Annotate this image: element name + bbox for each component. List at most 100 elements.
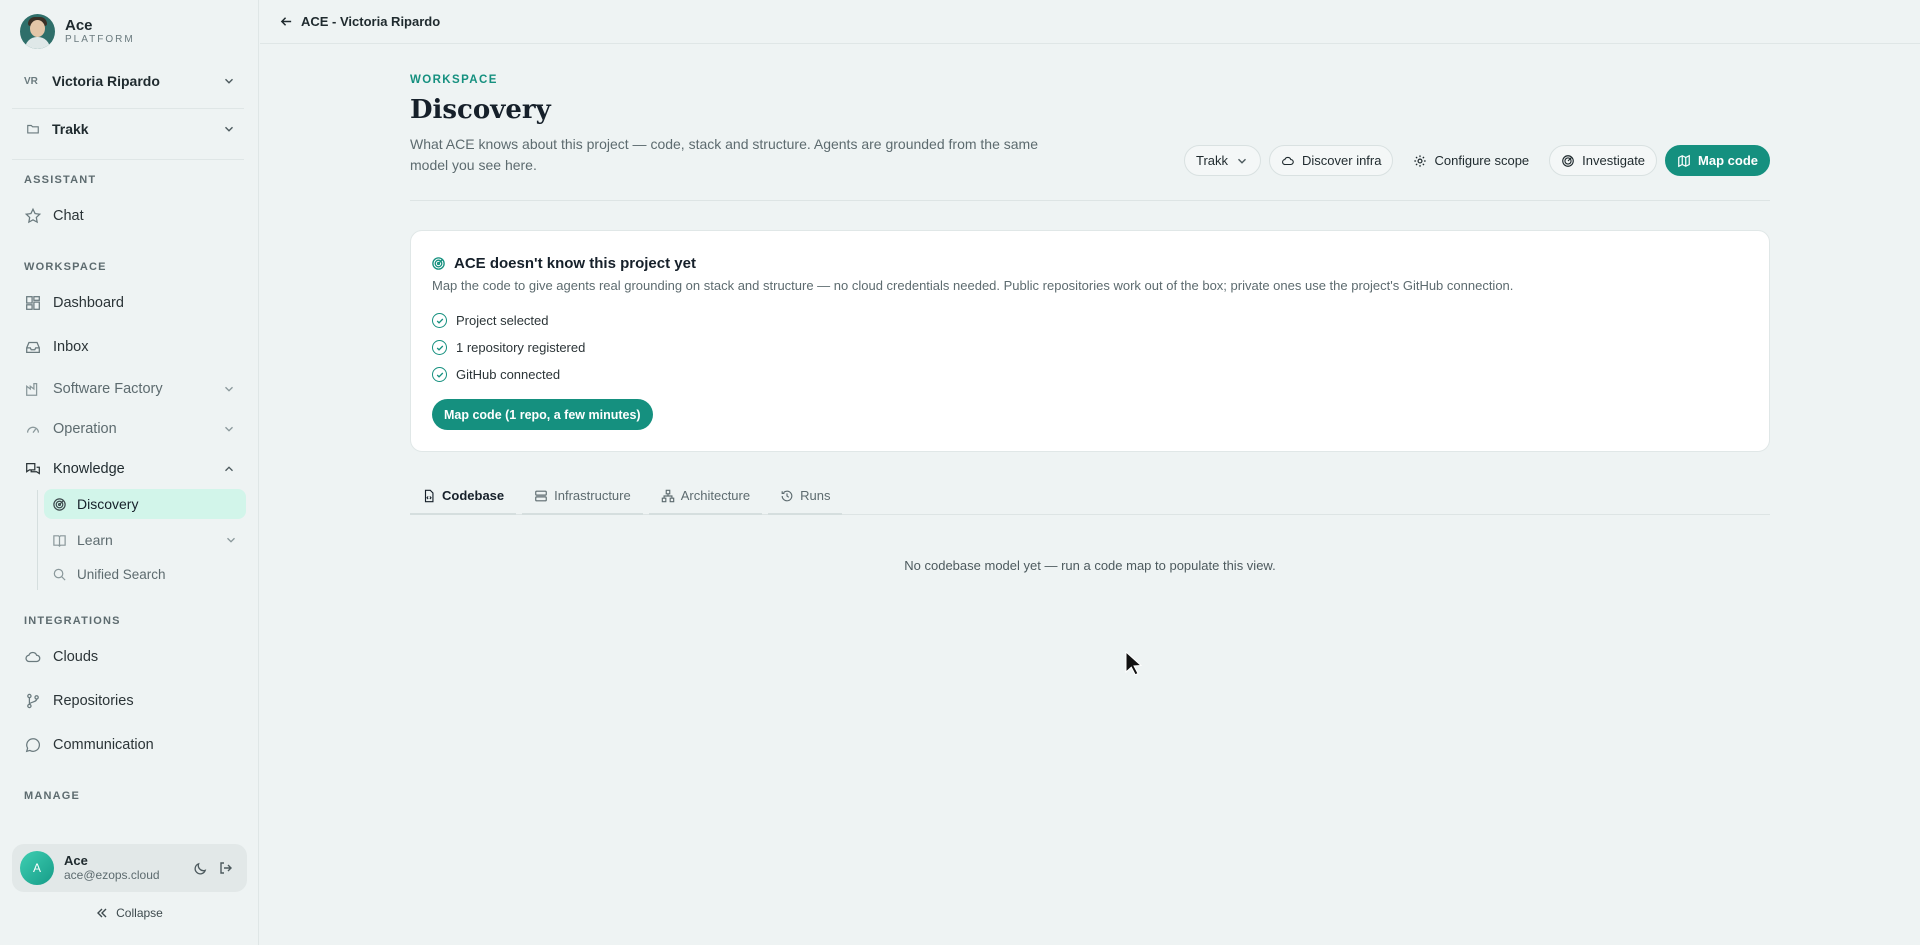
discovery-tabs: Codebase Infrastructure Architecture Run… — [410, 478, 1770, 515]
sidebar-item-repositories[interactable]: Repositories — [12, 684, 248, 718]
section-label-assistant: ASSISTANT — [24, 174, 97, 186]
arrow-left-icon — [280, 17, 292, 26]
chat-bubbles-icon — [26, 462, 40, 475]
submenu-guide-line — [37, 490, 38, 590]
card-title-text: ACE doesn't know this project yet — [454, 255, 696, 272]
section-label-manage: MANAGE — [24, 790, 81, 802]
user-email: ace@ezops.cloud — [64, 868, 160, 882]
avatar: A — [20, 851, 54, 885]
chevron-down-icon — [225, 386, 233, 392]
chevron-down-icon — [227, 537, 235, 543]
configure-scope-button[interactable]: Configure scope — [1401, 145, 1541, 176]
page-title: Discovery — [410, 95, 551, 125]
project-name: Trakk — [52, 121, 89, 137]
section-label-integrations: INTEGRATIONS — [24, 615, 121, 627]
tab-codebase[interactable]: Codebase — [410, 478, 517, 515]
map-icon — [1678, 154, 1690, 167]
sidebar-item-label: Chat — [53, 208, 84, 224]
sidebar-item-label: Communication — [53, 737, 154, 753]
card-title: ACE doesn't know this project yet — [431, 255, 696, 272]
network-icon — [661, 489, 674, 502]
page-actions: Trakk Discover infra Configure scope Inv… — [1183, 145, 1770, 176]
file-code-icon — [424, 489, 434, 502]
tab-label: Infrastructure — [554, 488, 631, 503]
project-select[interactable]: Trakk — [1183, 145, 1262, 176]
sidebar-item-communication[interactable]: Communication — [12, 728, 248, 762]
tab-architecture[interactable]: Architecture — [648, 478, 763, 515]
topbar: ACE - Victoria Ripardo — [260, 0, 1920, 44]
back-link-label: ACE - Victoria Ripardo — [301, 14, 441, 29]
brand[interactable]: Ace PLATFORM — [20, 14, 135, 49]
sidebar-item-inbox[interactable]: Inbox — [12, 330, 248, 364]
sidebar-item-software-factory[interactable]: Software Factory — [12, 372, 248, 406]
mouse-cursor-icon — [1125, 651, 1143, 675]
checklist-item: 1 repository registered — [432, 340, 585, 355]
book-icon — [53, 534, 66, 547]
user-card[interactable]: A Ace ace@ezops.cloud — [12, 844, 247, 892]
logout-button[interactable] — [213, 855, 239, 881]
sidebar-divider — [12, 108, 244, 109]
tab-infrastructure[interactable]: Infrastructure — [522, 478, 643, 515]
checklist-item: Project selected — [432, 313, 549, 328]
sidebar-item-label: Knowledge — [53, 461, 125, 477]
tab-label: Architecture — [680, 488, 751, 503]
theme-toggle-button[interactable] — [187, 855, 213, 881]
org-name: Victoria Ripardo — [52, 73, 160, 89]
moon-icon — [194, 862, 206, 874]
radar-icon — [53, 497, 66, 511]
check-circle-icon — [432, 340, 447, 355]
sidebar-item-operation[interactable]: Operation — [12, 412, 248, 446]
user-name: Ace — [64, 853, 88, 868]
sidebar-item-label: Clouds — [53, 649, 99, 665]
sidebar-item-clouds[interactable]: Clouds — [12, 640, 248, 674]
sidebar-item-label: Discovery — [77, 496, 139, 512]
map-code-cta-button[interactable]: Map code (1 repo, a few minutes) — [432, 399, 653, 430]
project-selector[interactable]: Trakk — [12, 113, 248, 145]
cloud-icon — [1282, 156, 1294, 165]
sidebar-item-learn[interactable]: Learn — [44, 525, 246, 555]
star-icon — [24, 207, 42, 224]
tab-runs[interactable]: Runs — [768, 478, 843, 515]
inbox-icon — [26, 341, 40, 354]
button-label: Configure scope — [1434, 153, 1530, 168]
org-selector[interactable]: VR Victoria Ripardo — [12, 65, 248, 97]
sidebar: Ace PLATFORM VR Victoria Ripardo Trakk A… — [0, 0, 259, 945]
map-code-button[interactable]: Map code — [1665, 145, 1770, 176]
chevron-down-icon — [1238, 158, 1247, 164]
collapse-sidebar-button[interactable]: Collapse — [0, 906, 259, 920]
button-label: Investigate — [1582, 153, 1646, 168]
folder-icon — [27, 124, 39, 134]
back-link[interactable]: ACE - Victoria Ripardo — [280, 14, 440, 29]
page-eyebrow: WORKSPACE — [410, 74, 498, 86]
dashboard-icon — [26, 296, 40, 310]
sidebar-item-chat[interactable]: Chat — [12, 199, 248, 233]
button-label: Map code — [1698, 153, 1758, 168]
button-label: Discover infra — [1302, 153, 1382, 168]
checklist-label: GitHub connected — [456, 367, 561, 382]
header-divider — [410, 200, 1770, 201]
sidebar-item-dashboard[interactable]: Dashboard — [12, 286, 248, 320]
sidebar-item-discovery[interactable]: Discovery — [44, 489, 246, 519]
empty-state-message: No codebase model yet — run a code map t… — [904, 558, 1276, 573]
sidebar-item-label: Unified Search — [77, 566, 166, 582]
gauge-icon — [26, 426, 40, 433]
sidebar-item-label: Repositories — [53, 693, 134, 709]
sidebar-item-unified-search[interactable]: Unified Search — [44, 559, 246, 589]
investigate-button[interactable]: Investigate — [1549, 145, 1658, 176]
check-circle-icon — [432, 367, 447, 382]
chevrons-left-icon — [97, 908, 107, 918]
message-circle-icon — [25, 738, 41, 753]
factory-icon — [26, 382, 38, 396]
brand-avatar — [20, 14, 55, 49]
chevron-down-icon — [225, 426, 233, 432]
check-circle-icon — [432, 313, 447, 328]
chevron-down-icon — [225, 78, 233, 84]
page-description: What ACE knows about this project — code… — [410, 136, 1038, 173]
sidebar-item-knowledge[interactable]: Knowledge — [12, 452, 248, 486]
brand-name: Ace — [65, 17, 93, 34]
gear-icon — [1414, 154, 1427, 167]
discover-infra-button[interactable]: Discover infra — [1269, 145, 1394, 176]
logout-icon — [220, 862, 232, 874]
section-label-workspace: WORKSPACE — [24, 261, 107, 273]
chevron-up-icon — [225, 466, 233, 472]
